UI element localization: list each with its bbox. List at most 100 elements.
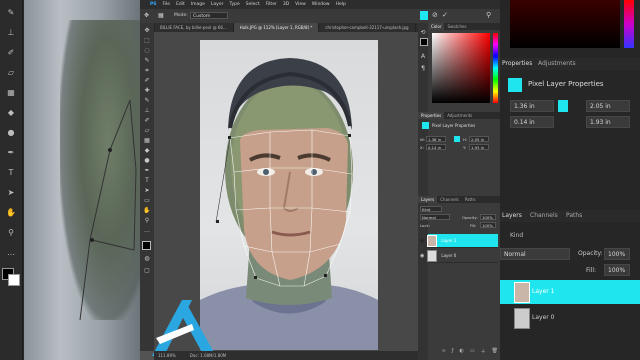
- visibility-eye-icon[interactable]: ◉: [420, 238, 424, 244]
- document-tab-active[interactable]: Hulk.JPG @ 112% (Layer 1, RGB/8) *: [233, 23, 320, 32]
- eyedropper-icon[interactable]: ✐: [143, 77, 151, 85]
- document-tab[interactable]: BILLIE FACE, by billie-pexl @ 66...: [154, 23, 234, 32]
- zoom-level[interactable]: 111.89%: [158, 353, 176, 358]
- folder-icon[interactable]: ▭: [470, 348, 475, 356]
- commit-transform-icon[interactable]: ✓: [442, 11, 448, 19]
- screen-mode-icon[interactable]: ▢: [143, 267, 151, 275]
- quick-mask-icon[interactable]: ◍: [143, 255, 151, 263]
- layer-thumbnail: [427, 234, 438, 247]
- edit-toolbar-icon[interactable]: …: [143, 227, 151, 235]
- hulk-face-image: [200, 58, 378, 350]
- eraser-tool-icon[interactable]: ▱: [143, 127, 151, 135]
- properties-title: Pixel Layer Properties: [432, 123, 476, 128]
- history-panel-icon[interactable]: ⟲: [419, 29, 427, 37]
- menu-item[interactable]: Layer: [211, 2, 224, 7]
- tab-paths[interactable]: Paths: [462, 196, 479, 203]
- rectangle-tool-icon[interactable]: ▭: [143, 197, 151, 205]
- path-selection-icon[interactable]: ➤: [143, 187, 151, 195]
- layer-kind-filter[interactable]: Kind: [420, 206, 442, 212]
- menu-item[interactable]: Help: [336, 2, 346, 7]
- menu-item[interactable]: Select: [246, 2, 260, 7]
- move-tool-icon[interactable]: ✥: [143, 27, 151, 35]
- link-icon[interactable]: [454, 136, 460, 142]
- menu-item[interactable]: 3D: [283, 2, 289, 7]
- marquee-tool-icon[interactable]: ⬚: [143, 37, 151, 45]
- blurred-link-icon: [558, 100, 568, 112]
- crop-tool-icon[interactable]: ⌗: [143, 67, 151, 75]
- options-bar: ✥ ▦ Mode: Custom ⊘ ✓ ⚲: [140, 9, 500, 24]
- hue-slider[interactable]: [493, 33, 498, 103]
- clone-stamp-icon[interactable]: ⊥: [143, 107, 151, 115]
- move-tool-icon[interactable]: ✥: [144, 12, 149, 19]
- height-field[interactable]: 2.05 in: [469, 136, 489, 142]
- dodge-tool-icon[interactable]: ●: [143, 157, 151, 165]
- healing-brush-icon[interactable]: ✚: [143, 87, 151, 95]
- menu-item[interactable]: Image: [191, 2, 205, 7]
- zoom-tool-icon[interactable]: ⚲: [143, 217, 151, 225]
- menu-item[interactable]: Edit: [176, 2, 185, 7]
- blurred-hue-strip: [624, 0, 634, 48]
- blurred-layer0-thumb: [514, 308, 530, 329]
- menu-item[interactable]: File: [163, 2, 171, 7]
- menu-item[interactable]: PS: [150, 2, 157, 7]
- warp-mode-select[interactable]: Custom: [190, 12, 228, 19]
- new-layer-icon[interactable]: ＋: [481, 348, 486, 356]
- blurred-fill-label: Fill:: [586, 267, 597, 274]
- photoshop-window: PS File Edit Image Layer Type Select Fil…: [140, 0, 500, 360]
- opacity-field[interactable]: 100%: [480, 214, 496, 220]
- document-photo[interactable]: [200, 40, 378, 350]
- color-panel-tabs: Color Swatches: [428, 23, 500, 30]
- fill-field[interactable]: 100%: [480, 222, 496, 228]
- tab-adjustments[interactable]: Adjustments: [444, 112, 475, 119]
- type-tool-icon[interactable]: T: [143, 177, 151, 185]
- menu-item[interactable]: View: [295, 2, 306, 7]
- x-field[interactable]: 0.14 in: [426, 144, 446, 150]
- layers-footer: ∞ ƒ ◐ ▭ ＋ 🗑: [428, 348, 498, 356]
- color-picker-field[interactable]: [432, 33, 490, 103]
- blend-mode-select[interactable]: Normal: [420, 214, 450, 220]
- quick-select-icon[interactable]: ✎: [143, 57, 151, 65]
- menu-item[interactable]: Filter: [266, 2, 277, 7]
- color-panel-foreground[interactable]: [420, 38, 428, 46]
- h-label: H:: [463, 137, 468, 142]
- lasso-tool-icon[interactable]: ◌: [143, 47, 151, 55]
- gradient-tool-icon[interactable]: ▦: [143, 137, 151, 145]
- history-brush-icon[interactable]: ✐: [143, 117, 151, 125]
- pen-tool-icon[interactable]: ✒: [143, 167, 151, 175]
- foreground-color-swatch[interactable]: [142, 241, 151, 250]
- cancel-transform-icon[interactable]: ⊘: [432, 11, 438, 19]
- visibility-eye-icon[interactable]: ◉: [420, 253, 424, 259]
- brush-tool-icon[interactable]: ✎: [143, 97, 151, 105]
- character-panel-icon[interactable]: A: [419, 53, 427, 61]
- search-icon[interactable]: ⚲: [486, 11, 491, 19]
- tab-channels[interactable]: Channels: [437, 196, 462, 203]
- layer-row[interactable]: ◉ Layer 0: [420, 249, 498, 263]
- background-swatch: [8, 274, 20, 286]
- blurred-color-field: [510, 0, 620, 48]
- tab-color[interactable]: Color: [428, 23, 445, 30]
- mode-label: Mode:: [174, 13, 188, 18]
- grid-icon[interactable]: ▦: [158, 12, 164, 19]
- blurred-properties-title: Pixel Layer Properties: [528, 80, 604, 88]
- width-field[interactable]: 1.36 in: [426, 136, 446, 142]
- blur-tool-icon[interactable]: ◆: [143, 147, 151, 155]
- layer-row-selected[interactable]: ◉ Layer 1: [420, 234, 498, 248]
- menu-item[interactable]: Window: [312, 2, 330, 7]
- layers-panel-tabs: Layers Channels Paths: [418, 196, 500, 203]
- fx-icon[interactable]: ƒ: [452, 348, 454, 356]
- tab-properties[interactable]: Properties: [418, 112, 445, 119]
- menu-item[interactable]: Type: [229, 2, 239, 7]
- hand-tool-icon[interactable]: ✋: [143, 207, 151, 215]
- tab-layers[interactable]: Layers: [418, 196, 438, 203]
- warp-toggle-button[interactable]: [420, 11, 428, 20]
- canvas-area[interactable]: [152, 32, 418, 356]
- blurred-layers-tabs: Layers Channels Paths: [500, 210, 640, 222]
- y-field[interactable]: 1.93 in: [469, 144, 489, 150]
- trash-icon[interactable]: 🗑: [492, 348, 498, 356]
- pixel-layer-icon: [422, 122, 429, 129]
- tab-swatches[interactable]: Swatches: [444, 23, 469, 30]
- mask-icon[interactable]: ◐: [460, 348, 464, 356]
- paragraph-panel-icon[interactable]: ¶: [419, 65, 427, 73]
- document-tab[interactable]: christopher-campbell-32117-unsplash.jpg: [319, 23, 416, 32]
- link-layers-icon[interactable]: ∞: [442, 348, 446, 356]
